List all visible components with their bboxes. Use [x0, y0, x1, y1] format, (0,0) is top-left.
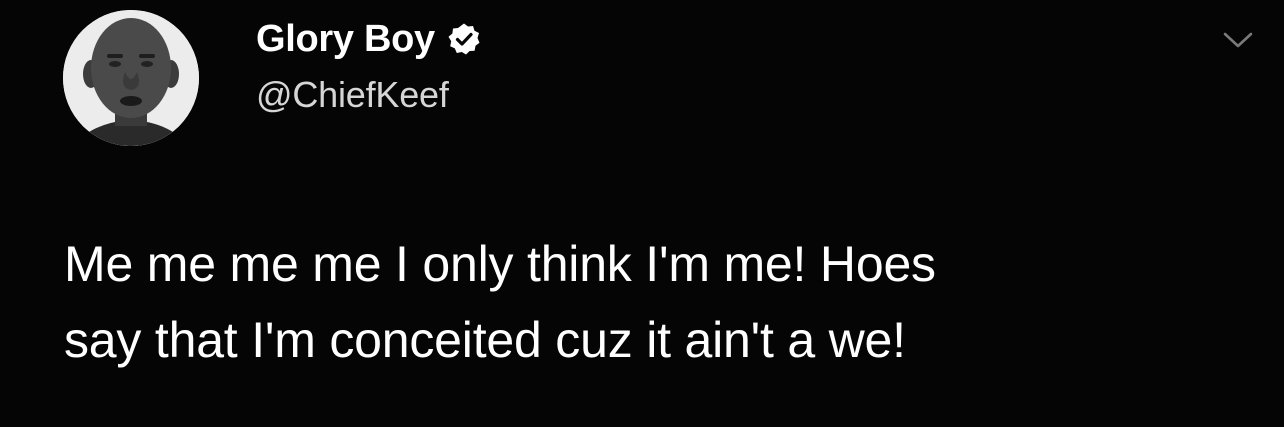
avatar-photo-icon	[63, 10, 199, 146]
author-name-row[interactable]: Glory Boy	[256, 14, 481, 64]
tweet-card: Glory Boy @ChiefKeef Me me me me I only …	[0, 0, 1284, 427]
display-name[interactable]: Glory Boy	[256, 18, 435, 61]
tweet-text-line: Me me me me I only think I'm me! Hoes	[64, 236, 936, 292]
tweet-text-line: say that I'm conceited cuz it ain't a we…	[64, 312, 906, 368]
user-handle[interactable]: @ChiefKeef	[256, 74, 449, 116]
tweet-text: Me me me me I only think I'm me! Hoes sa…	[64, 226, 1244, 378]
chevron-down-icon[interactable]	[1222, 30, 1254, 50]
avatar[interactable]	[63, 10, 199, 146]
verified-badge-icon	[447, 22, 481, 56]
